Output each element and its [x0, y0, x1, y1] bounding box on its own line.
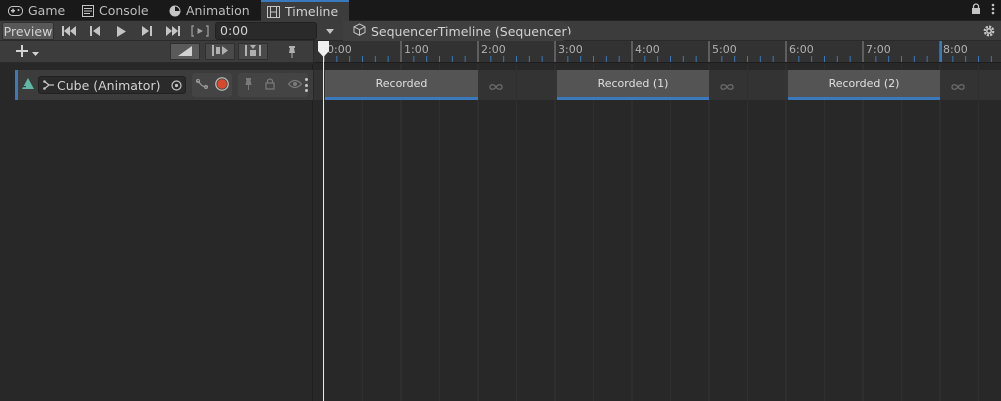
ruler-tick-label: 7:00	[866, 43, 891, 56]
track-header-panel	[0, 64, 313, 401]
timeline-toolbar: Preview 0:00 SequencerTimeline (Sequence…	[0, 21, 1001, 41]
playhead-handle[interactable]	[318, 41, 329, 57]
track-options-icon[interactable]	[303, 77, 309, 93]
tab-animation-label: Animation	[186, 3, 250, 18]
track-binding-label: Cube (Animator)	[57, 77, 161, 93]
infinite-clip-icon	[720, 80, 734, 90]
ripple-icon	[212, 44, 228, 59]
film-icon	[267, 5, 280, 18]
track-list-toolbar	[0, 41, 313, 63]
next-frame-icon[interactable]	[136, 23, 158, 39]
tab-timeline-label: Timeline	[285, 4, 339, 19]
infinite-clip-icon	[489, 80, 503, 90]
chevron-down-icon[interactable]	[320, 23, 340, 39]
record-icon[interactable]	[214, 76, 229, 94]
clock-icon	[169, 5, 181, 17]
preview-button[interactable]: Preview	[2, 22, 54, 40]
ruler-tick-label: 0:00	[327, 43, 352, 56]
add-track-button[interactable]	[16, 43, 48, 61]
pin-icon[interactable]	[282, 43, 302, 60]
animation-track-icon	[22, 78, 34, 92]
console-icon	[82, 4, 94, 17]
ruler-tick-label: 4:00	[635, 43, 660, 56]
eye-icon[interactable]	[287, 78, 303, 92]
play-icon[interactable]	[110, 23, 132, 39]
track-header[interactable]: Cube (Animator)	[15, 70, 313, 100]
tab-timeline[interactable]: Timeline	[261, 0, 349, 21]
ruler-tick-label: 2:00	[481, 43, 506, 56]
replace-icon	[245, 44, 261, 59]
grid-lines	[323, 64, 979, 401]
cube-icon	[353, 23, 366, 39]
gamepad-icon	[8, 5, 23, 16]
more-options-icon[interactable]	[991, 3, 995, 18]
ruler-tick-label: 1:00	[404, 43, 429, 56]
window-tab-bar: Game Console Animation Timeline	[0, 0, 1001, 21]
go-to-start-icon[interactable]	[58, 23, 80, 39]
replace-mode-button[interactable]	[238, 43, 268, 60]
tab-game-label: Game	[28, 3, 66, 18]
play-range-icon[interactable]	[189, 23, 211, 39]
clip-recorded-2[interactable]: Recorded (2)	[788, 70, 940, 100]
record-controls	[192, 73, 232, 97]
lock-icon[interactable]	[265, 77, 276, 93]
track-state-controls	[238, 73, 308, 97]
clip-recorded-1[interactable]: Recorded (1)	[557, 70, 709, 100]
ruler-tick-label: 3:00	[558, 43, 583, 56]
timeline-end-marker	[940, 41, 942, 62]
ruler-tick-label: 8:00	[943, 43, 968, 56]
breadcrumb[interactable]: SequencerTimeline (Sequencer)	[343, 21, 573, 41]
lock-icon[interactable]	[971, 3, 981, 18]
previous-frame-icon[interactable]	[84, 23, 106, 39]
playhead-line[interactable]	[323, 41, 324, 401]
object-picker-icon[interactable]	[169, 78, 183, 92]
chevron-down-icon	[32, 45, 39, 59]
gear-icon[interactable]	[981, 23, 997, 39]
timeline-content[interactable]: Recorded Recorded (1) Recorded (2)	[314, 64, 1001, 401]
track-binding-field[interactable]: Cube (Animator)	[38, 76, 186, 94]
pin-icon[interactable]	[244, 77, 253, 93]
tab-game[interactable]: Game	[2, 0, 71, 21]
time-ruler[interactable]: 0:00 1:00 2:00 3:00 4:00 5:00 6:00 7:00 8:00	[314, 41, 1001, 63]
animator-icon	[43, 78, 54, 93]
ease-mode-button[interactable]	[170, 43, 200, 60]
infinite-clip-icon	[951, 80, 965, 90]
ease-icon	[178, 45, 192, 59]
tab-console[interactable]: Console	[76, 0, 155, 21]
breadcrumb-label: SequencerTimeline (Sequencer)	[371, 23, 572, 39]
tab-console-label: Console	[99, 3, 149, 18]
go-to-end-icon[interactable]	[162, 23, 184, 39]
current-time-field[interactable]: 0:00	[215, 22, 317, 40]
ripple-mode-button[interactable]	[205, 43, 235, 60]
tab-animation[interactable]: Animation	[163, 0, 256, 21]
ruler-tick-label: 6:00	[789, 43, 814, 56]
clip-recorded[interactable]: Recorded	[325, 70, 478, 100]
ruler-tick-label: 5:00	[712, 43, 737, 56]
curves-icon[interactable]	[195, 78, 208, 93]
plus-icon	[16, 44, 28, 60]
